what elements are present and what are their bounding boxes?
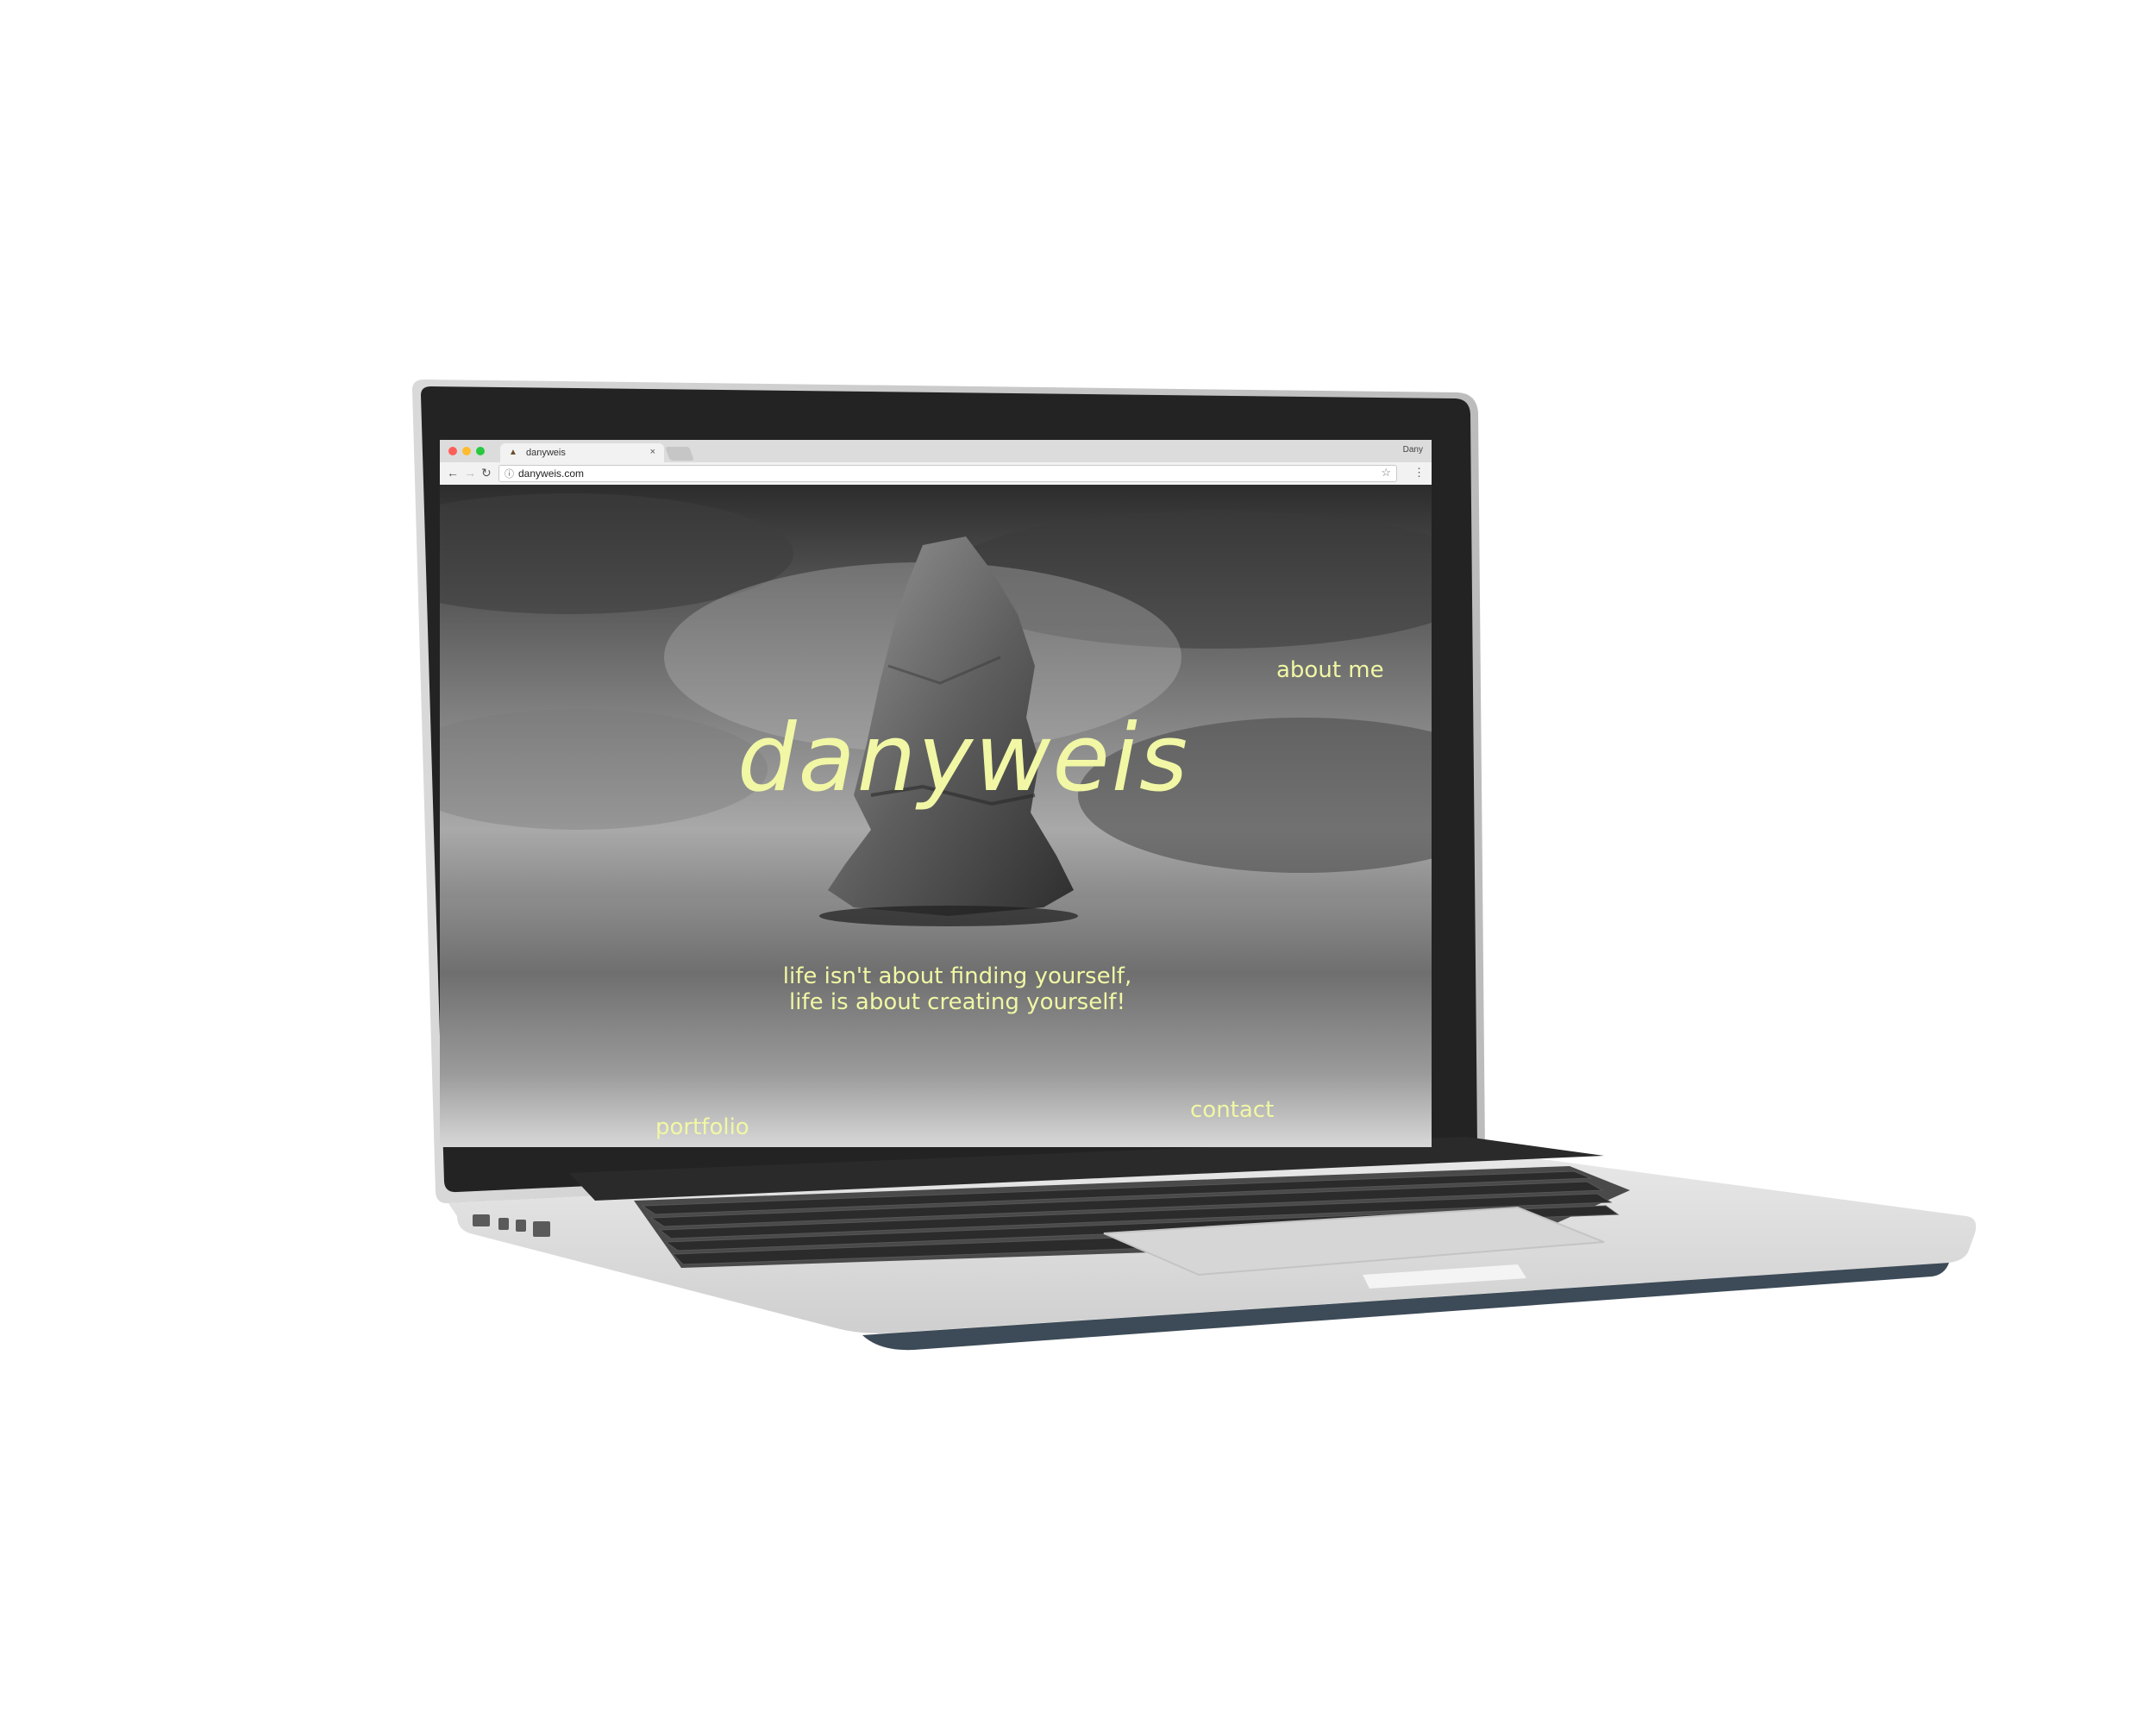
address-bar[interactable]: ⓘ danyweis.com ☆ [498,465,1397,482]
minimize-window-button[interactable] [462,447,471,455]
close-window-button[interactable] [448,447,457,455]
nav-about-link[interactable]: about me [1276,657,1384,683]
sea-background [440,899,1432,1147]
browser-toolbar: ← → ↻ ⓘ danyweis.com ☆ ⋮ [440,462,1432,486]
new-tab-button[interactable] [665,447,694,461]
browser-window: ▲ danyweis × Dany ← → ↻ ⓘ danyweis.com ☆… [440,440,1432,1147]
tagline-line-1: life isn't about finding yourself, [782,963,1132,989]
tab-danyweis[interactable]: ▲ danyweis × [500,443,664,462]
close-tab-icon[interactable]: × [650,447,655,457]
page-viewport: danyweis life isn't about finding yourse… [440,485,1432,1147]
nav-portfolio-link[interactable]: portfolio [655,1114,749,1140]
nav-contact-link[interactable]: contact [1190,1097,1274,1123]
url-text[interactable]: danyweis.com [518,467,584,480]
site-logo[interactable]: danyweis [737,705,1188,812]
reload-icon[interactable]: ↻ [481,466,492,480]
laptop-screen: ▲ danyweis × Dany ← → ↻ ⓘ danyweis.com ☆… [440,440,1432,1147]
arrow-left-icon[interactable]: ← [447,466,459,480]
tab-bar: ▲ danyweis × Dany [440,440,1432,462]
laptop-mockup: ▲ danyweis × Dany ← → ↻ ⓘ danyweis.com ☆… [0,0,2156,1725]
profile-name[interactable]: Dany [1403,445,1423,455]
star-icon[interactable]: ☆ [1381,466,1391,480]
info-icon[interactable]: ⓘ [505,467,514,480]
favicon-icon: ▲ [509,448,517,457]
tab-title: danyweis [526,448,566,458]
arrow-right-icon[interactable]: → [464,466,476,480]
tagline-line-2: life is about creating yourself! [789,989,1125,1015]
site-tagline: life isn't about finding yourself, life … [750,963,1164,1015]
maximize-window-button[interactable] [476,447,485,455]
more-vert-icon[interactable]: ⋮ [1413,466,1425,480]
